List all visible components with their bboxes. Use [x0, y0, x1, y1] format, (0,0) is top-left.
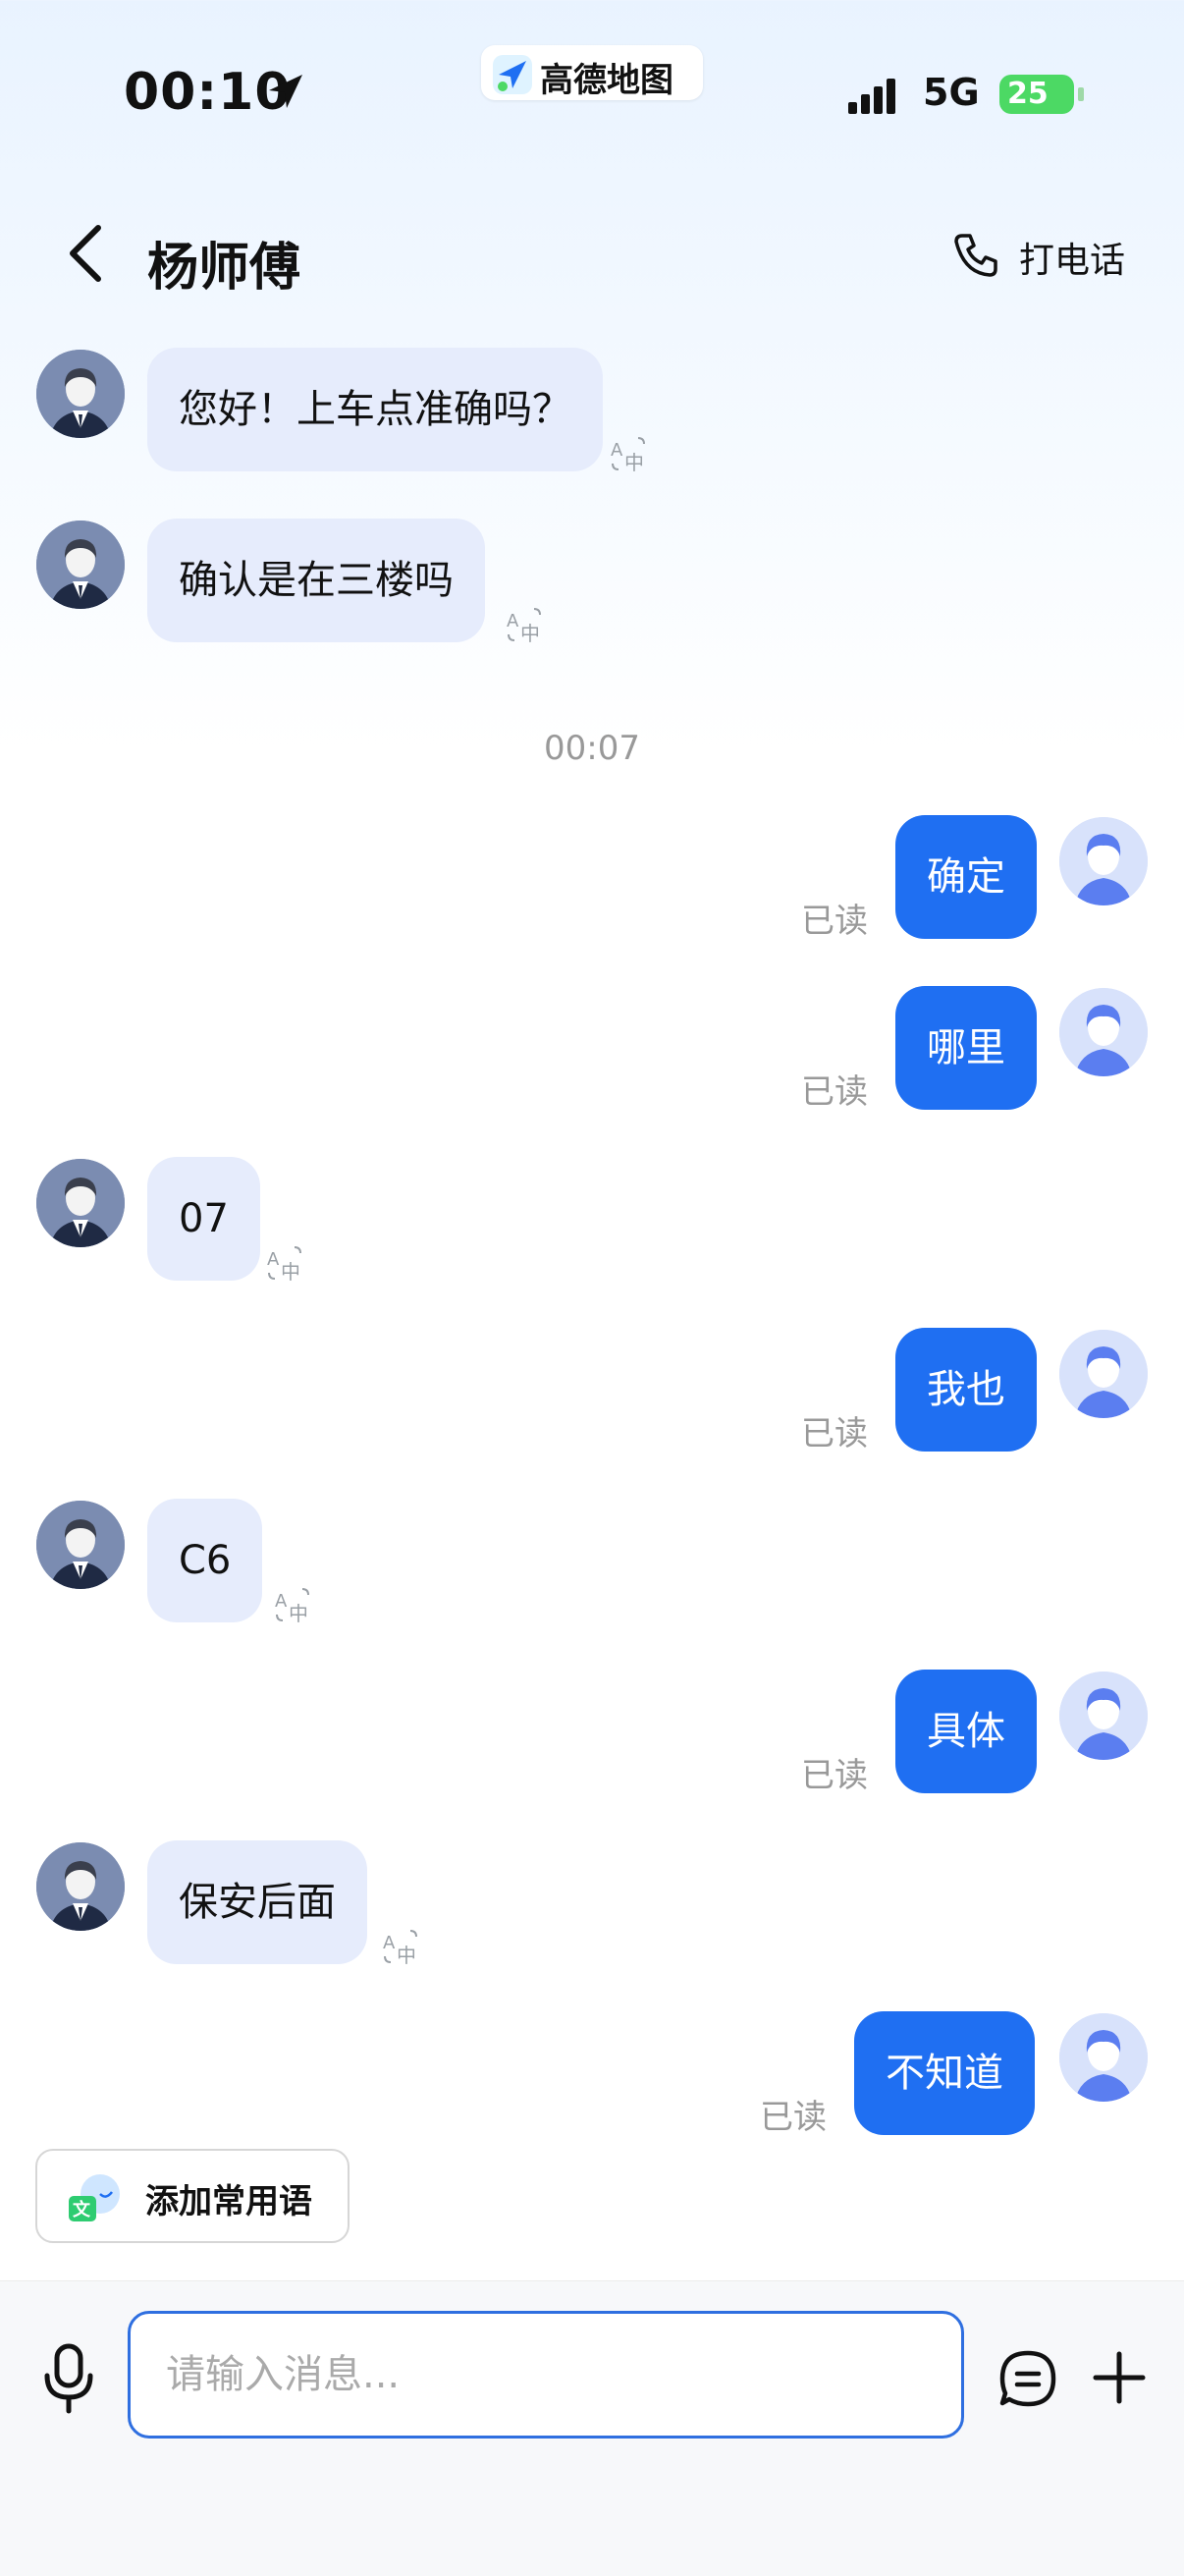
read-status: 已读 [801, 1072, 868, 1112]
network-type: 5G [923, 71, 980, 114]
mic-icon[interactable] [39, 2342, 98, 2415]
location-arrow-icon [269, 75, 302, 108]
incoming-message-bubble[interactable]: 保安后面 [147, 1840, 367, 1964]
translate-icon[interactable] [505, 605, 544, 644]
page-title: 杨师傅 [147, 239, 301, 298]
translate-icon[interactable] [381, 1927, 420, 1966]
svg-text:文: 文 [73, 2199, 91, 2220]
user-avatar[interactable] [1059, 817, 1148, 905]
user-avatar[interactable] [1059, 2013, 1148, 2102]
outgoing-message-bubble[interactable]: 确定 [895, 815, 1037, 939]
user-avatar[interactable] [1059, 988, 1148, 1076]
outgoing-message-bubble[interactable]: 哪里 [895, 986, 1037, 1110]
quick-reply-icon[interactable] [997, 2348, 1058, 2409]
driver-avatar[interactable] [36, 1842, 125, 1931]
translate-icon[interactable] [273, 1585, 312, 1624]
call-label: 打电话 [1019, 241, 1126, 281]
read-status: 已读 [801, 1756, 868, 1795]
status-bar: 00:10 高德地图 5G 25 [0, 0, 1184, 187]
message-input[interactable] [128, 2311, 964, 2439]
driver-avatar[interactable] [36, 350, 125, 438]
back-to-app-pill[interactable]: 高德地图 [481, 45, 703, 100]
phone-icon [954, 234, 997, 277]
composer-bar [0, 2280, 1184, 2576]
message-timestamp: 00:07 [544, 729, 640, 768]
battery-icon: 25 [999, 75, 1084, 114]
incoming-message-bubble[interactable]: 您好！上车点准确吗？ [147, 348, 603, 471]
chat-header: 杨师傅 打电话 [0, 196, 1184, 314]
battery-level: 25 [1007, 77, 1049, 111]
quick-phrase-icon: 文 [69, 2174, 120, 2221]
incoming-message-bubble[interactable]: 07 [147, 1157, 260, 1281]
driver-avatar[interactable] [36, 1501, 125, 1589]
plus-icon[interactable] [1092, 2350, 1147, 2405]
outgoing-message-bubble[interactable]: 不知道 [854, 2011, 1035, 2135]
translate-icon[interactable] [609, 434, 648, 473]
incoming-message-bubble[interactable]: C6 [147, 1499, 263, 1622]
app-name: 高德地图 [540, 61, 673, 100]
read-status: 已读 [801, 902, 868, 941]
signal-icon [848, 79, 895, 114]
add-common-phrase-label: 添加常用语 [145, 2182, 312, 2221]
outgoing-message-bubble[interactable]: 我也 [895, 1328, 1037, 1452]
outgoing-message-bubble[interactable]: 具体 [895, 1670, 1037, 1793]
translate-icon[interactable] [265, 1243, 304, 1283]
driver-avatar[interactable] [36, 521, 125, 609]
read-status: 已读 [760, 2098, 827, 2137]
driver-avatar[interactable] [36, 1159, 125, 1247]
add-common-phrase-button[interactable]: 文 添加常用语 [35, 2149, 350, 2243]
read-status: 已读 [801, 1414, 868, 1453]
user-avatar[interactable] [1059, 1672, 1148, 1760]
call-button[interactable]: 打电话 [950, 226, 1157, 285]
back-icon[interactable] [59, 222, 114, 285]
amap-logo-icon [493, 55, 532, 94]
incoming-message-bubble[interactable]: 确认是在三楼吗 [147, 519, 485, 642]
user-avatar[interactable] [1059, 1330, 1148, 1418]
